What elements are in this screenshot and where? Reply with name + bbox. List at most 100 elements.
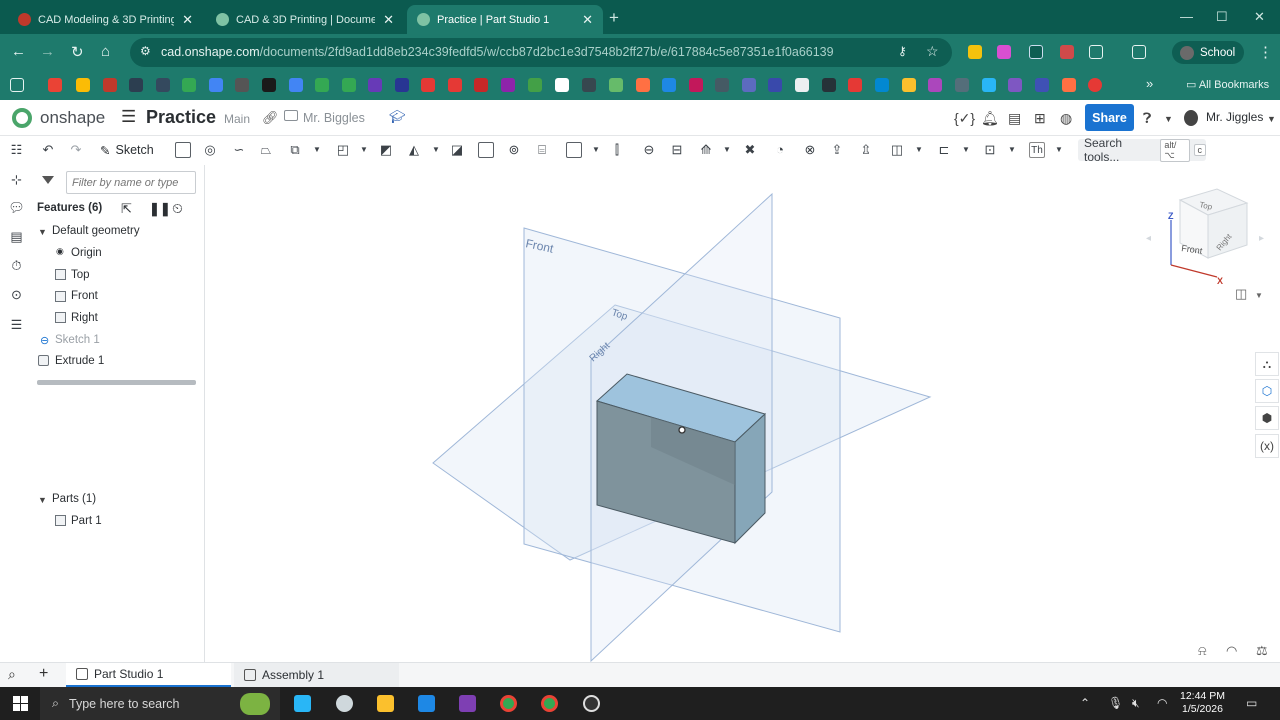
site-info-icon[interactable]: ⚙ [140, 44, 151, 58]
wifi-icon[interactable]: ◠ [1157, 696, 1167, 710]
bookmark-icon[interactable] [209, 78, 223, 92]
render-mode-icon[interactable]: ◠ [1226, 643, 1237, 658]
profile-chip[interactable]: School [1172, 41, 1244, 64]
extension-icon[interactable] [997, 45, 1011, 59]
chevron-down-icon[interactable]: ▼ [38, 227, 47, 237]
chevron-down-icon[interactable]: ▼ [1255, 291, 1263, 300]
undo-icon[interactable]: ↶ [40, 142, 56, 158]
bookmark-icon[interactable] [501, 78, 515, 92]
chevron-down-icon[interactable]: ▼ [958, 142, 974, 158]
rotate-right-icon[interactable]: ▸ [1259, 233, 1264, 244]
hole-icon[interactable]: ⊚ [506, 142, 522, 158]
model-scene[interactable]: Front Top Right Top Front Right Z X ◂ ▸ … [205, 165, 1280, 663]
chevron-down-icon[interactable]: ▼ [1004, 142, 1020, 158]
chevron-down-icon[interactable]: ▼ [428, 142, 444, 158]
link-icon[interactable]: 🔗︎ [262, 110, 279, 126]
url-bar[interactable]: ⚙ cad.onshape.com/documents/2fd9ad1dd8eb… [130, 38, 952, 67]
bookmark-icon[interactable] [1062, 78, 1076, 92]
notification-bell-icon[interactable]: 🔔︎ [981, 110, 999, 127]
search-tools-box[interactable]: Search tools... alt/⌥ c [1078, 136, 1206, 164]
extension-icon[interactable] [968, 45, 982, 59]
app-icon[interactable] [336, 695, 353, 712]
bookmark-icon[interactable] [289, 78, 303, 92]
shell-icon[interactable] [478, 142, 494, 158]
chevron-down-icon[interactable]: ▼ [1267, 114, 1276, 124]
checklist-icon[interactable]: ☰ [8, 317, 25, 334]
cylinder-icon[interactable]: ⌸ [534, 142, 550, 158]
browser-tab-1[interactable]: CAD Modeling & 3D Printing (S ✕ [8, 5, 203, 34]
browser-menu-icon[interactable]: ⋮ [1258, 43, 1273, 61]
bookmark-star-icon[interactable]: ☆ [926, 43, 939, 60]
bookmark-icon[interactable] [315, 78, 329, 92]
bookmark-icon[interactable] [421, 78, 435, 92]
replace-face-icon[interactable]: ⇫ [858, 142, 874, 158]
pause-icon[interactable]: ❚❚ [149, 201, 171, 217]
taskbar-clock[interactable]: 12:44 PM 1/5/2026 [1180, 690, 1225, 716]
comments-icon[interactable]: 💬︎ [8, 200, 25, 217]
chevron-down-icon[interactable]: ▼ [911, 142, 927, 158]
part-item[interactable]: Part 1 [71, 515, 102, 527]
measure-icon[interactable]: ⚖ [1256, 643, 1268, 658]
split-icon[interactable]: ⊟ [669, 142, 685, 158]
view-cube-front[interactable]: Front [1181, 243, 1204, 256]
surface-icon[interactable]: ⊡ [982, 142, 998, 158]
browser-tab-2[interactable]: CAD & 3D Printing | Document ✕ [206, 5, 404, 34]
graduation-cap-icon[interactable]: 🎓︎ [389, 109, 406, 125]
section-view-icon[interactable]: ⍾ [1198, 643, 1207, 658]
hamburger-menu-icon[interactable]: ☰ [121, 107, 136, 127]
bird-widget-icon[interactable] [240, 693, 270, 715]
origin-point-icon[interactable] [678, 426, 686, 434]
filter-icon[interactable] [42, 176, 54, 184]
bookmark-icon[interactable] [342, 78, 356, 92]
user-name[interactable]: Mr. Jiggles [1206, 110, 1263, 124]
close-icon[interactable]: ✕ [582, 12, 593, 28]
file-explorer-icon[interactable] [377, 695, 394, 712]
variable-studio-icon[interactable]: {✓} [954, 110, 975, 127]
feature-list-icon[interactable]: ☷ [8, 142, 25, 159]
bookmark-icon[interactable] [1088, 78, 1102, 92]
bookmark-icon[interactable] [528, 78, 542, 92]
more-bookmarks-icon[interactable]: » [1146, 76, 1153, 91]
new-tab-button[interactable]: + [609, 8, 619, 28]
minimize-icon[interactable]: — [1180, 9, 1193, 24]
bookmark-icon[interactable] [848, 78, 862, 92]
bookmark-icon[interactable] [795, 78, 809, 92]
fillet-icon[interactable]: ◰ [335, 142, 351, 158]
graphics-viewport[interactable]: Front Top Right Top Front Right Z X ◂ ▸ … [205, 165, 1280, 663]
learning-center-icon[interactable]: ◍ [1060, 110, 1072, 127]
app-icon[interactable] [583, 695, 600, 712]
share-button[interactable]: Share [1085, 104, 1134, 131]
calculator-icon[interactable] [418, 695, 435, 712]
add-folder-icon[interactable]: ⇱ [121, 201, 132, 217]
feature-item-extrude[interactable]: Extrude 1 [55, 355, 104, 367]
bookmark-icon[interactable] [1008, 78, 1022, 92]
extension-icon[interactable] [1029, 45, 1043, 59]
mirror-icon[interactable]: ⫿ [609, 142, 625, 158]
bookmark-icon[interactable] [182, 78, 196, 92]
folder-icon[interactable] [284, 110, 298, 121]
user-avatar[interactable] [1184, 110, 1198, 126]
loft-icon[interactable]: ⏢ [258, 142, 274, 158]
apps-grid-icon[interactable] [10, 78, 24, 92]
view-cube[interactable]: Top Front Right Z X ◂ ▸ ◫ ▼ [1146, 188, 1264, 301]
bookmark-icon[interactable] [768, 78, 782, 92]
boolean-icon[interactable]: ⊖ [641, 142, 657, 158]
properties-icon[interactable]: ▤ [8, 229, 25, 246]
all-bookmarks-link[interactable]: ▭ All Bookmarks [1186, 78, 1269, 91]
tab-part-studio[interactable]: Part Studio 1 [66, 663, 231, 687]
bookmark-icon[interactable] [715, 78, 729, 92]
feature-item-sketch[interactable]: Sketch 1 [55, 334, 100, 346]
chevron-down-icon[interactable]: ▼ [719, 142, 735, 158]
extension-icon[interactable] [1060, 45, 1074, 59]
revolve-icon[interactable]: ◎ [202, 142, 218, 158]
help-icon[interactable]: ❓︎ [1143, 110, 1151, 127]
default-geometry-item[interactable]: Default geometry [52, 225, 140, 237]
bookmark-icon[interactable] [474, 78, 488, 92]
chevron-down-icon[interactable]: ▼ [356, 142, 372, 158]
appearance-panel-icon[interactable]: ⛬ [1255, 352, 1279, 376]
bookmark-icon[interactable] [103, 78, 117, 92]
reload-icon[interactable]: ↻ [71, 43, 84, 61]
variables-panel-icon[interactable]: (x) [1255, 434, 1279, 458]
branch-label[interactable]: Main [224, 112, 250, 126]
parts-header[interactable]: Parts (1) [52, 493, 96, 505]
